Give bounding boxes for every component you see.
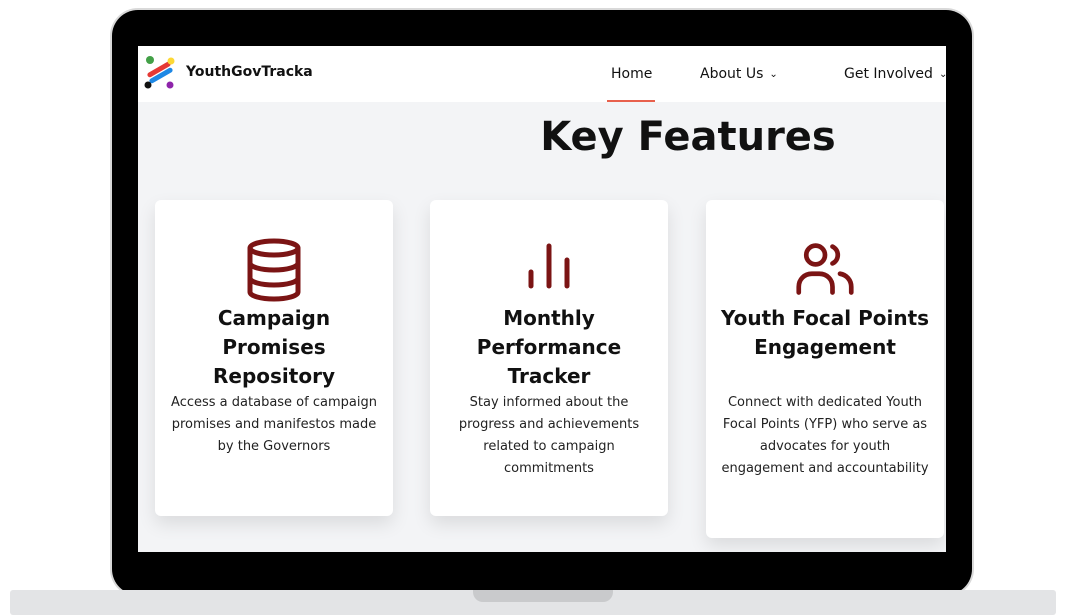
chevron-down-icon: ⌄ [769, 69, 778, 80]
feature-card-performance-tracker[interactable]: Monthly Performance Tracker Stay informe… [430, 200, 668, 516]
chevron-down-icon: ⌄ [938, 69, 946, 80]
brand-name[interactable]: YouthGovTracka [186, 64, 313, 80]
nav-about-us[interactable]: About Us ⌄ [700, 66, 778, 82]
active-nav-indicator [607, 100, 655, 102]
feature-card-campaign-promises[interactable]: Campaign Promises Repository Access a da… [155, 200, 393, 516]
bar-chart-icon [528, 243, 570, 289]
database-icon [247, 238, 301, 302]
navbar: YouthGovTracka Home About Us ⌄ Get Involv… [138, 46, 946, 102]
logo-icon[interactable] [140, 52, 180, 92]
nav-get-involved-label: Get Involved [844, 66, 933, 82]
card-title: Monthly Performance Tracker [476, 306, 622, 388]
feature-card-youth-focal-points[interactable]: Youth Focal Points Engagement Connect wi… [706, 200, 944, 538]
card-title: Youth Focal Points Engagement [720, 306, 930, 359]
card-title: Campaign Promises Repository [213, 306, 335, 388]
nav-about-us-label: About Us [700, 66, 764, 82]
nav-home[interactable]: Home [611, 66, 652, 82]
section-title: Key Features [540, 114, 836, 160]
users-icon [796, 243, 854, 295]
card-description: Stay informed about the progress and ach… [458, 395, 640, 476]
laptop-notch [473, 590, 613, 602]
card-description: Access a database of campaign promises a… [171, 395, 377, 454]
card-description: Connect with dedicated Youth Focal Point… [721, 395, 929, 476]
nav-get-involved[interactable]: Get Involved ⌄ [844, 66, 946, 82]
website-screen: YouthGovTracka Home About Us ⌄ Get Involv… [138, 46, 946, 552]
